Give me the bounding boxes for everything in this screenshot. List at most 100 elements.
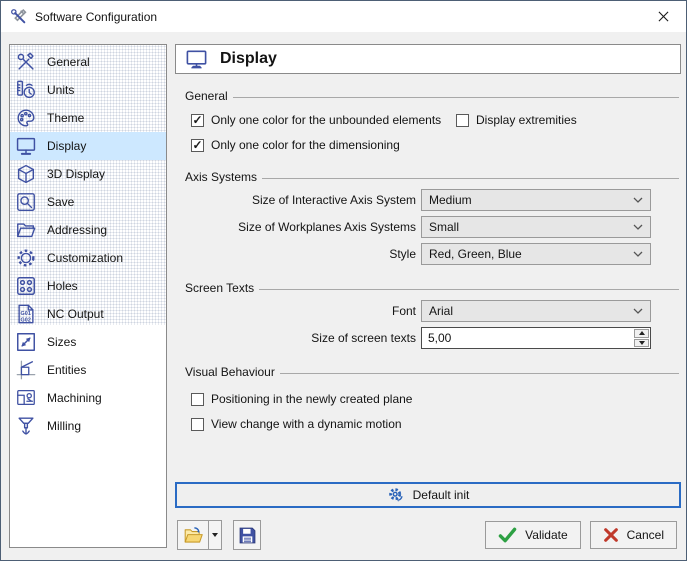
sidebar-item-machining[interactable]: Machining <box>10 384 166 412</box>
checkbox-icon[interactable] <box>456 114 469 127</box>
field-interactive-axis-size: Size of Interactive Axis System Medium <box>175 189 681 211</box>
sidebar-item-addressing[interactable]: Addressing <box>10 216 166 244</box>
gcode-document-icon: G01G02 <box>15 303 37 325</box>
sidebar-item-label: Save <box>47 195 74 209</box>
checkbox-display-extremities[interactable]: Display extremities <box>456 113 577 127</box>
open-config-dropdown-button[interactable] <box>209 520 222 550</box>
palette-icon <box>15 107 37 129</box>
interactive-axis-size-select[interactable]: Medium <box>421 189 651 211</box>
spinner-down-button[interactable] <box>634 339 649 348</box>
checkbox-positioning-new-plane[interactable]: Positioning in the newly created plane <box>191 392 412 406</box>
sidebar-item-label: Units <box>47 83 74 97</box>
cancel-label: Cancel <box>627 528 664 542</box>
diagonal-arrow-icon <box>15 331 37 353</box>
close-icon <box>658 11 669 22</box>
sidebar-item-3d-display[interactable]: 3D Display <box>10 160 166 188</box>
magnifier-icon <box>15 191 37 213</box>
spinner-up-button[interactable] <box>634 329 649 338</box>
validate-label: Validate <box>525 528 567 542</box>
sidebar-item-holes[interactable]: Holes <box>10 272 166 300</box>
default-init-button[interactable]: Default init <box>175 482 681 508</box>
open-config-split-button <box>177 520 222 550</box>
visual-checkbox-row-1: Positioning in the newly created plane <box>191 391 681 407</box>
sidebar-item-units[interactable]: Units <box>10 76 166 104</box>
geometry-icon <box>15 359 37 381</box>
field-font: Font Arial <box>175 300 681 322</box>
close-button[interactable] <box>641 1 686 32</box>
open-config-button[interactable] <box>177 520 209 550</box>
arrow-up-icon <box>639 331 645 335</box>
display-settings-panel: Display General ✓ Only one color for the… <box>175 44 681 550</box>
spinner-value[interactable]: 5,00 <box>422 328 633 348</box>
group-divider <box>280 373 679 374</box>
font-select[interactable]: Arial <box>421 300 651 322</box>
sidebar-item-label: Machining <box>47 391 102 405</box>
group-divider <box>262 178 679 179</box>
sidebar-items: General Units Theme Display 3D Display S… <box>10 45 166 440</box>
group-divider <box>233 97 679 98</box>
floppy-disk-icon <box>237 525 258 546</box>
sidebar-item-theme[interactable]: Theme <box>10 104 166 132</box>
default-init-label: Default init <box>413 488 470 502</box>
software-configuration-window: Software Configuration General Units The… <box>0 0 687 561</box>
select-value: Small <box>429 220 633 234</box>
monitor-icon <box>184 48 209 71</box>
chevron-down-icon <box>633 197 643 203</box>
footer-toolbar: Validate Cancel <box>177 520 681 550</box>
holes-icon <box>15 275 37 297</box>
workplanes-axis-size-select[interactable]: Small <box>421 216 651 238</box>
sidebar-item-customization[interactable]: Customization <box>10 244 166 272</box>
checkbox-icon[interactable]: ✓ <box>191 139 204 152</box>
screen-text-size-spinner[interactable]: 5,00 <box>421 327 651 349</box>
select-value: Medium <box>429 193 633 207</box>
sidebar-item-nc-output[interactable]: G01G02 NC Output <box>10 300 166 328</box>
gear-refresh-icon <box>387 486 405 504</box>
sidebar-item-label: Display <box>47 139 86 153</box>
sidebar-item-display[interactable]: Display <box>10 132 166 160</box>
spinner-buttons <box>633 328 650 348</box>
sidebar-item-label: NC Output <box>47 307 104 321</box>
arrow-down-icon <box>639 341 645 345</box>
validate-button[interactable]: Validate <box>485 521 580 549</box>
folder-icon <box>15 219 37 241</box>
ruler-clock-icon <box>15 79 37 101</box>
group-label: Screen Texts <box>185 281 254 295</box>
window-title: Software Configuration <box>35 10 157 24</box>
sidebar-item-label: General <box>47 55 90 69</box>
axis-style-select[interactable]: Red, Green, Blue <box>421 243 651 265</box>
checkbox-icon[interactable] <box>191 393 204 406</box>
group-general: General <box>185 89 679 103</box>
visual-checkbox-row-2: View change with a dynamic motion <box>191 416 681 432</box>
gear-icon <box>15 247 37 269</box>
group-label: Visual Behaviour <box>185 365 275 379</box>
sidebar-item-label: Sizes <box>47 335 76 349</box>
sidebar-item-label: Entities <box>47 363 86 377</box>
checkbox-icon[interactable] <box>191 418 204 431</box>
checkbox-icon[interactable]: ✓ <box>191 114 204 127</box>
checkbox-unbounded-elements[interactable]: ✓ Only one color for the unbounded eleme… <box>191 113 456 127</box>
title-bar: Software Configuration <box>1 1 686 32</box>
cancel-button[interactable]: Cancel <box>590 521 677 549</box>
svg-text:G01: G01 <box>21 311 31 317</box>
sidebar-item-save[interactable]: Save <box>10 188 166 216</box>
checkbox-dimensioning[interactable]: ✓ Only one color for the dimensioning <box>191 138 400 152</box>
field-workplanes-axis-size: Size of Workplanes Axis Systems Small <box>175 216 681 238</box>
sidebar-item-milling[interactable]: Milling <box>10 412 166 440</box>
sidebar-item-entities[interactable]: Entities <box>10 356 166 384</box>
sidebar-item-label: Holes <box>47 279 78 293</box>
sidebar-item-sizes[interactable]: Sizes <box>10 328 166 356</box>
sidebar-item-label: Customization <box>47 251 123 265</box>
open-folder-icon <box>183 525 204 546</box>
checkbox-dynamic-motion[interactable]: View change with a dynamic motion <box>191 417 402 431</box>
sidebar-item-label: Milling <box>47 419 81 433</box>
sidebar-item-general[interactable]: General <box>10 48 166 76</box>
save-config-button[interactable] <box>233 520 261 550</box>
field-axis-style: Style Red, Green, Blue <box>175 243 681 265</box>
general-checkbox-row-2: ✓ Only one color for the dimensioning <box>191 137 681 153</box>
page-header: Display <box>175 44 681 74</box>
checkbox-label: Positioning in the newly created plane <box>211 392 412 406</box>
select-value: Red, Green, Blue <box>429 247 633 261</box>
cube-icon <box>15 163 37 185</box>
checkmark-icon <box>498 527 517 544</box>
field-label: Style <box>175 247 421 261</box>
